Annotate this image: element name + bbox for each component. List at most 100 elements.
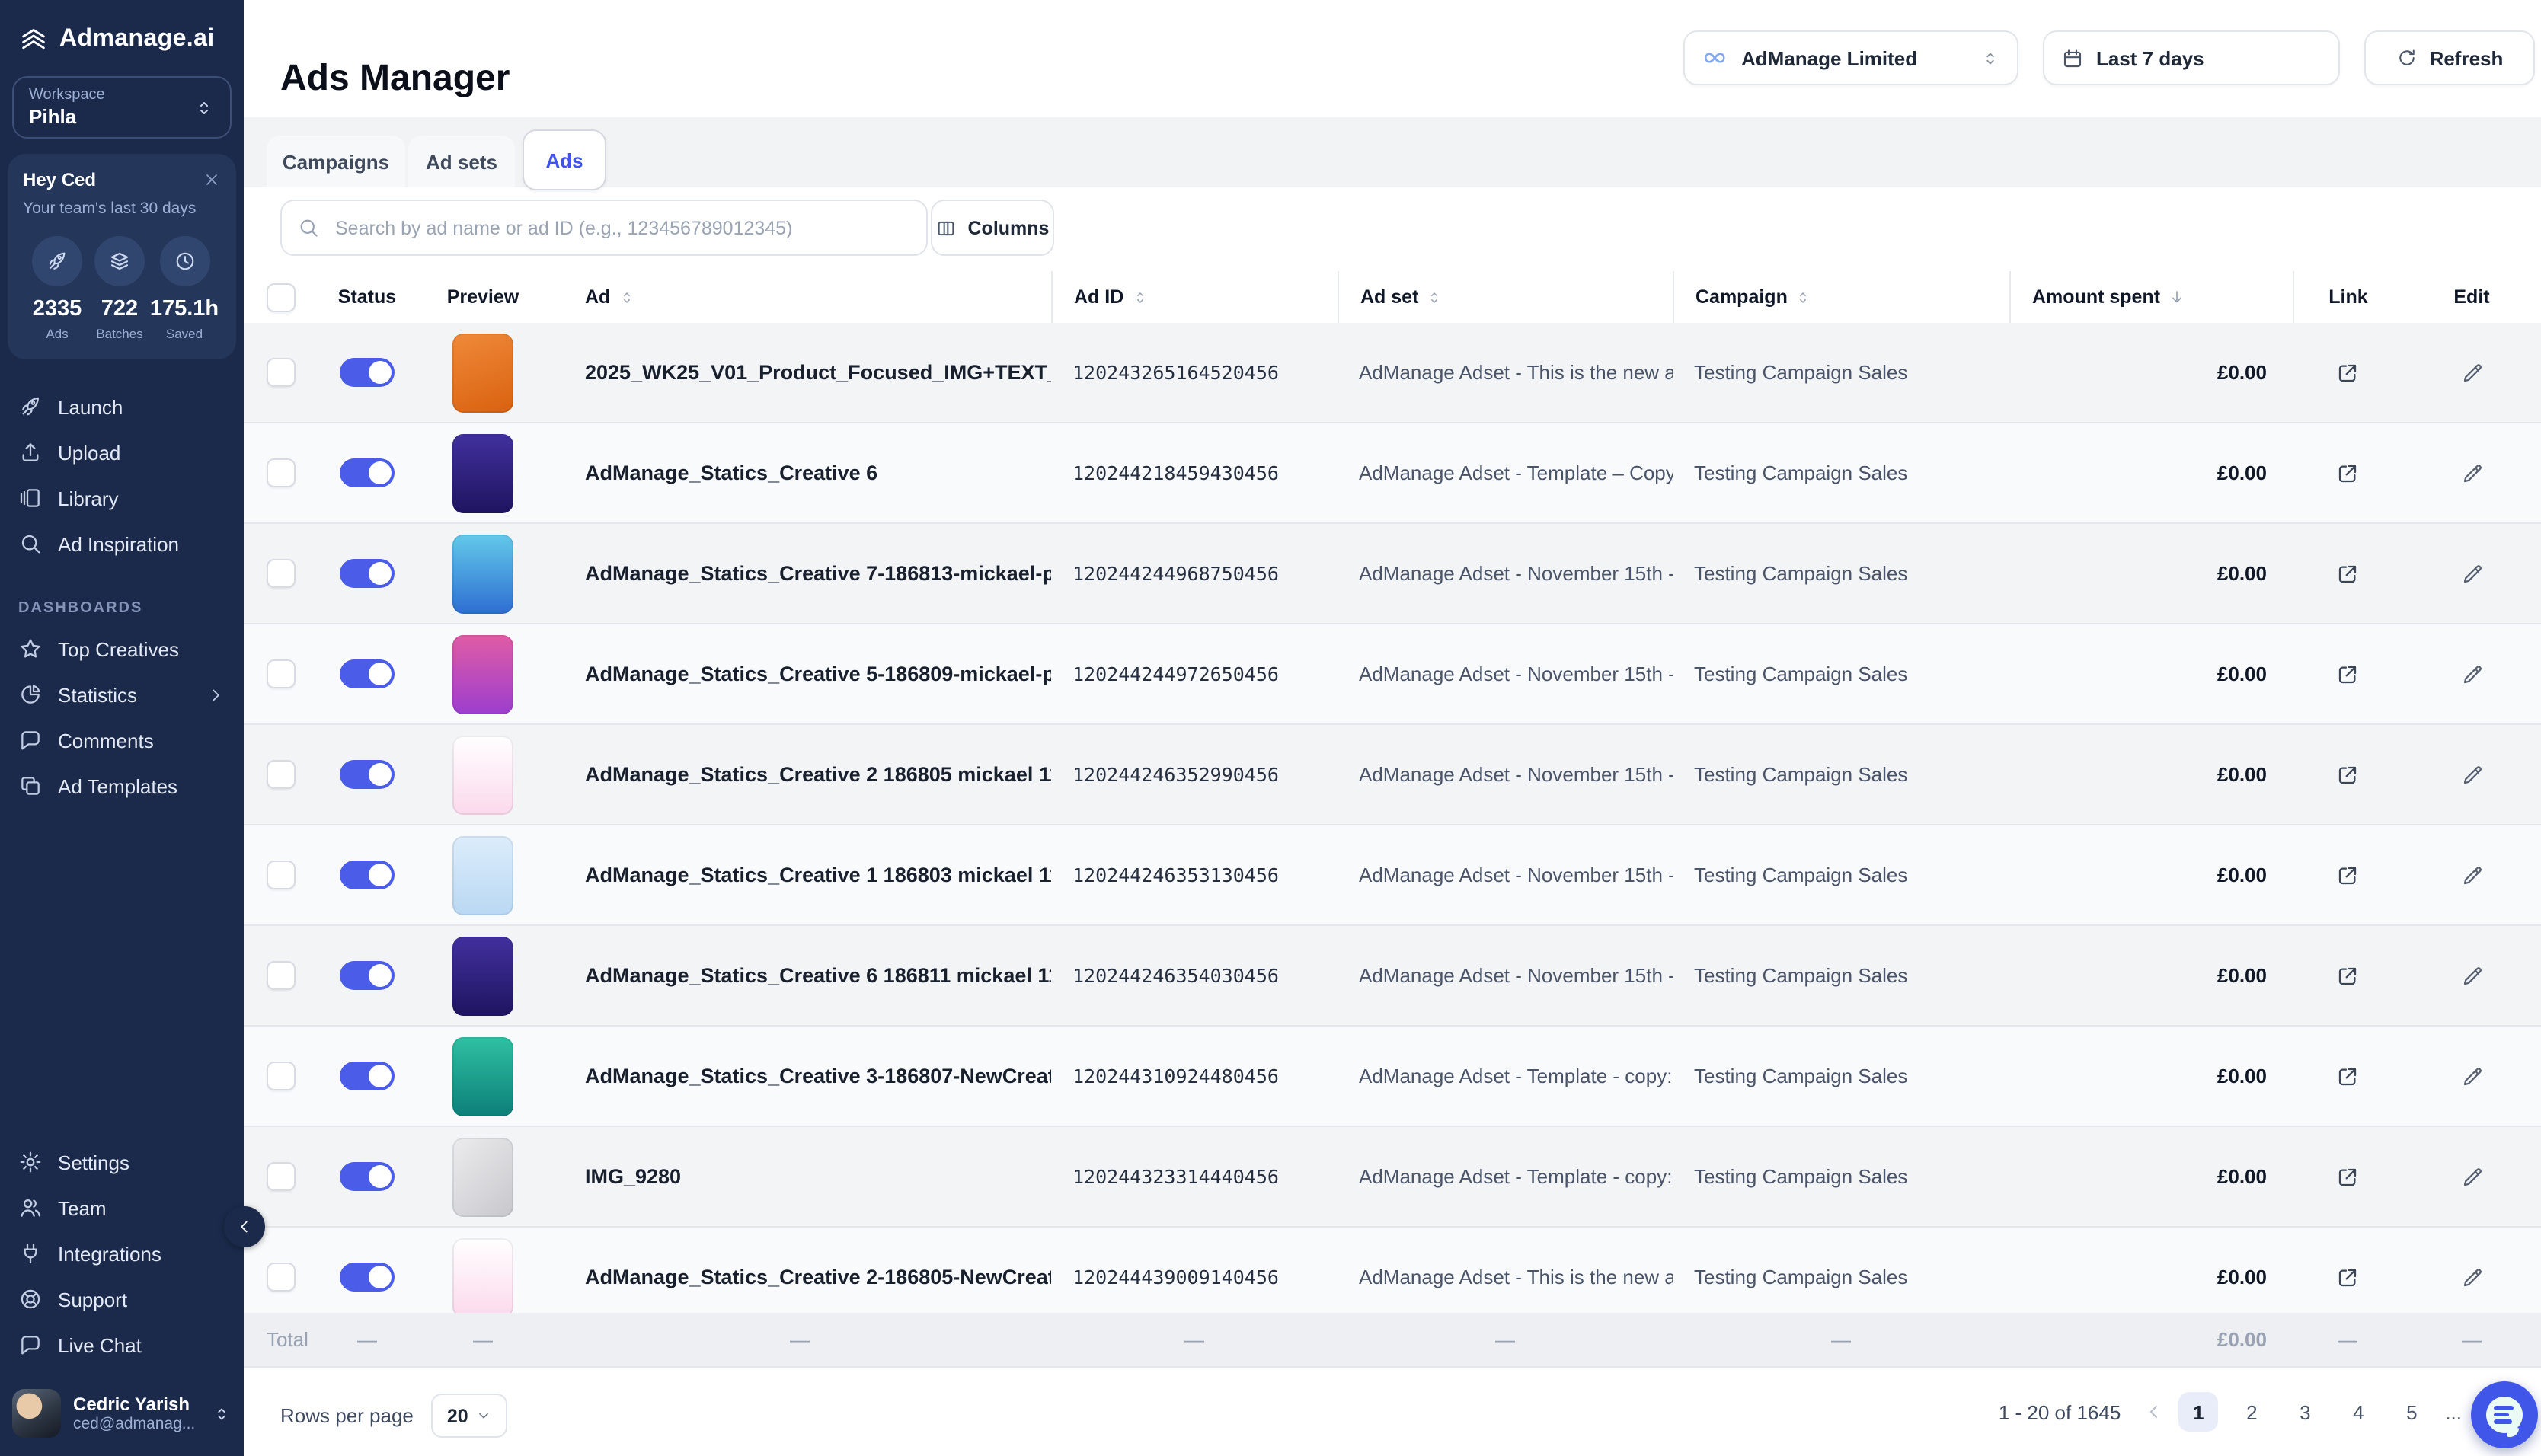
status-toggle[interactable]	[340, 1062, 395, 1090]
sidebar-item-support[interactable]: Support	[0, 1276, 244, 1322]
sidebar-item-integrations[interactable]: Integrations	[0, 1231, 244, 1276]
link-cell[interactable]	[2293, 360, 2402, 385]
sidebar-item-launch[interactable]: Launch	[0, 384, 244, 429]
link-cell[interactable]	[2293, 963, 2402, 988]
date-range-selector[interactable]: Last 7 days	[2043, 30, 2340, 85]
row-checkbox[interactable]	[267, 458, 296, 487]
ad-preview-thumbnail[interactable]	[452, 835, 513, 915]
select-all-checkbox[interactable]	[266, 283, 295, 311]
edit-cell[interactable]	[2402, 963, 2541, 988]
pagination-page-3[interactable]: 3	[2285, 1392, 2325, 1432]
link-cell[interactable]	[2293, 1265, 2402, 1289]
ad-preview-thumbnail[interactable]	[452, 634, 513, 714]
ad-preview-thumbnail[interactable]	[452, 433, 513, 512]
ad-preview-thumbnail[interactable]	[452, 735, 513, 814]
ad-account-selector[interactable]: AdManage Limited	[1683, 30, 2018, 85]
column-header-ad[interactable]: Ad	[548, 271, 1051, 323]
sidebar-item-comments[interactable]: Comments	[0, 717, 244, 763]
sidebar-item-ad-templates[interactable]: Ad Templates	[0, 763, 244, 809]
ad-preview-thumbnail[interactable]	[452, 1137, 513, 1216]
ad-name[interactable]: AdManage_Statics_Creative 1 186803 micka…	[548, 864, 1051, 886]
rows-per-page-select[interactable]: 20	[432, 1394, 508, 1438]
row-checkbox[interactable]	[267, 659, 296, 688]
ad-name[interactable]: AdManage_Statics_Creative 6 186811 micka…	[548, 964, 1051, 987]
link-cell[interactable]	[2293, 1064, 2402, 1088]
row-checkbox[interactable]	[267, 1263, 296, 1292]
tab-campaigns[interactable]: Campaigns	[267, 136, 405, 187]
ad-name[interactable]: 2025_WK25_V01_Product_Focused_IMG+TEXT_(	[548, 361, 1051, 384]
pagination-prev-button[interactable]	[2143, 1401, 2165, 1422]
status-toggle[interactable]	[340, 861, 395, 889]
close-icon[interactable]	[203, 171, 221, 189]
status-toggle[interactable]	[340, 1162, 395, 1191]
edit-cell[interactable]	[2402, 461, 2541, 485]
ad-name[interactable]: AdManage_Statics_Creative 5-186809-micka…	[548, 663, 1051, 685]
status-toggle[interactable]	[340, 358, 395, 387]
edit-cell[interactable]	[2402, 762, 2541, 787]
status-toggle[interactable]	[340, 961, 395, 990]
pagination-page-2[interactable]: 2	[2232, 1392, 2271, 1432]
link-cell[interactable]	[2293, 863, 2402, 887]
sidebar-item-statistics[interactable]: Statistics	[0, 672, 244, 717]
ad-name[interactable]: AdManage_Statics_Creative 7-186813-micka…	[548, 562, 1051, 585]
user-account-menu[interactable]: Cedric Yarish ced@admanag...	[0, 1380, 244, 1447]
column-header-campaign[interactable]: Campaign	[1673, 271, 2009, 323]
ad-name[interactable]: AdManage_Statics_Creative 2 186805 micka…	[548, 763, 1051, 786]
ad-preview-thumbnail[interactable]	[452, 936, 513, 1015]
tab-ads[interactable]: Ads	[523, 129, 606, 190]
edit-cell[interactable]	[2402, 863, 2541, 887]
link-cell[interactable]	[2293, 1164, 2402, 1189]
link-cell[interactable]	[2293, 662, 2402, 686]
edit-cell[interactable]	[2402, 360, 2541, 385]
row-checkbox[interactable]	[267, 358, 296, 387]
sidebar-item-settings[interactable]: Settings	[0, 1139, 244, 1185]
ad-name[interactable]: AdManage_Statics_Creative 3-186807-NewCr…	[548, 1065, 1051, 1087]
sidebar-collapse-button[interactable]	[224, 1206, 265, 1247]
status-toggle[interactable]	[340, 760, 395, 789]
edit-cell[interactable]	[2402, 1064, 2541, 1088]
sidebar-item-library[interactable]: Library	[0, 475, 244, 521]
sidebar-item-live-chat[interactable]: Live Chat	[0, 1322, 244, 1368]
ad-name[interactable]: AdManage_Statics_Creative 6	[548, 461, 1051, 484]
sidebar-item-upload[interactable]: Upload	[0, 429, 244, 475]
ad-preview-thumbnail[interactable]	[452, 534, 513, 613]
column-header-ad-id[interactable]: Ad ID	[1051, 271, 1338, 323]
edit-cell[interactable]	[2402, 1164, 2541, 1189]
sidebar-item-ad-inspiration[interactable]: Ad Inspiration	[0, 521, 244, 567]
status-toggle[interactable]	[340, 559, 395, 588]
sidebar-item-top-creatives[interactable]: Top Creatives	[0, 626, 244, 672]
status-toggle[interactable]	[340, 659, 395, 688]
edit-cell[interactable]	[2402, 1265, 2541, 1289]
pagination-page-1[interactable]: 1	[2178, 1392, 2218, 1432]
row-checkbox[interactable]	[267, 1062, 296, 1090]
link-cell[interactable]	[2293, 561, 2402, 586]
row-checkbox[interactable]	[267, 961, 296, 990]
pagination-page-4[interactable]: 4	[2338, 1392, 2378, 1432]
live-chat-fab[interactable]	[2471, 1381, 2538, 1448]
edit-cell[interactable]	[2402, 561, 2541, 586]
row-checkbox[interactable]	[267, 861, 296, 889]
ad-name[interactable]: AdManage_Statics_Creative 2-186805-NewCr…	[548, 1266, 1051, 1288]
tab-ad-sets[interactable]: Ad sets	[408, 136, 515, 187]
workspace-selector[interactable]: Workspace Pihla	[12, 76, 232, 139]
row-checkbox[interactable]	[267, 760, 296, 789]
ad-preview-thumbnail[interactable]	[452, 333, 513, 412]
row-checkbox[interactable]	[267, 559, 296, 588]
link-cell[interactable]	[2293, 762, 2402, 787]
sidebar-item-team[interactable]: Team	[0, 1185, 244, 1231]
search-input[interactable]	[332, 216, 911, 240]
edit-cell[interactable]	[2402, 662, 2541, 686]
columns-button[interactable]: Columns	[931, 200, 1054, 256]
status-toggle[interactable]	[340, 1263, 395, 1292]
refresh-button[interactable]: Refresh	[2364, 30, 2535, 85]
column-header-ad-set[interactable]: Ad set	[1338, 271, 1673, 323]
ad-preview-thumbnail[interactable]	[452, 1036, 513, 1116]
pagination-page-5[interactable]: 5	[2392, 1392, 2431, 1432]
row-checkbox[interactable]	[267, 1162, 296, 1191]
ad-name[interactable]: IMG_9280	[548, 1165, 1051, 1188]
brand[interactable]: Admanage.ai	[0, 0, 244, 55]
ad-preview-thumbnail[interactable]	[452, 1237, 513, 1317]
status-toggle[interactable]	[340, 458, 395, 487]
link-cell[interactable]	[2293, 461, 2402, 485]
column-header-amount-spent[interactable]: Amount spent	[2009, 271, 2293, 323]
